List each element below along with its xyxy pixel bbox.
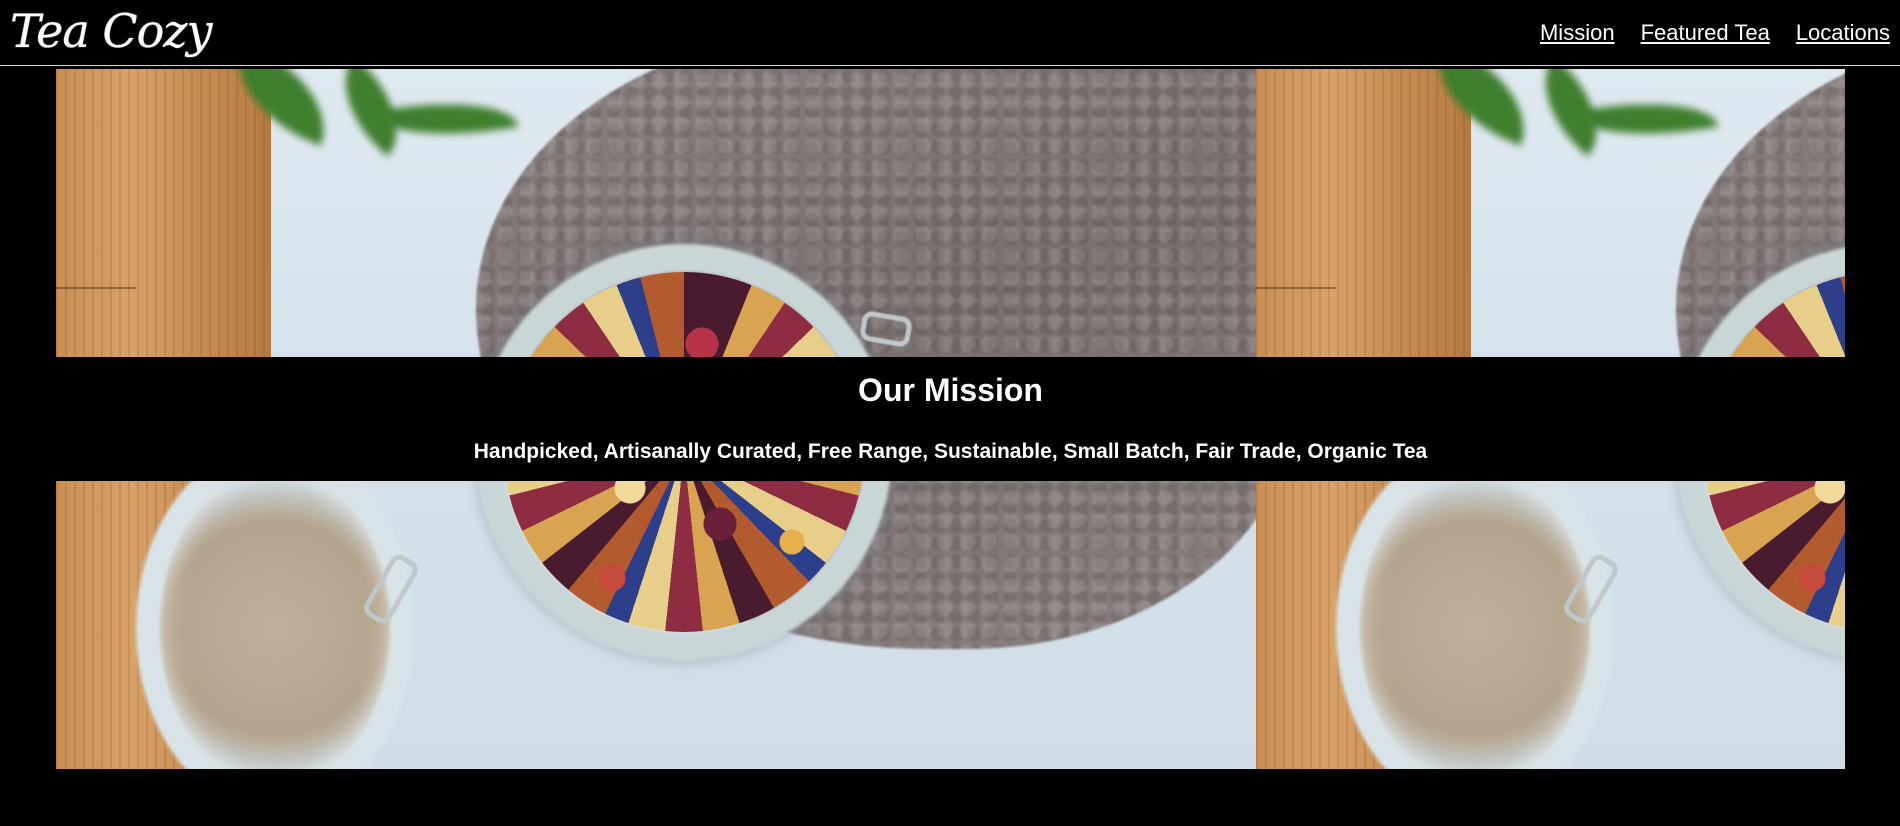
nav-link-locations[interactable]: Locations xyxy=(1796,20,1890,46)
main-nav: Mission Featured Tea Locations xyxy=(1540,20,1890,46)
site-header: Tea Cozy Mission Featured Tea Locations xyxy=(0,0,1900,66)
nav-link-featured-tea[interactable]: Featured Tea xyxy=(1641,20,1770,46)
mission-section: Our Mission Handpicked, Artisanally Cura… xyxy=(56,357,1845,481)
nav-link-mission[interactable]: Mission xyxy=(1540,20,1615,46)
mission-title: Our Mission xyxy=(858,372,1043,408)
logo[interactable]: Tea Cozy xyxy=(10,2,212,60)
mission-text: Handpicked, Artisanally Curated, Free Ra… xyxy=(473,440,1428,463)
